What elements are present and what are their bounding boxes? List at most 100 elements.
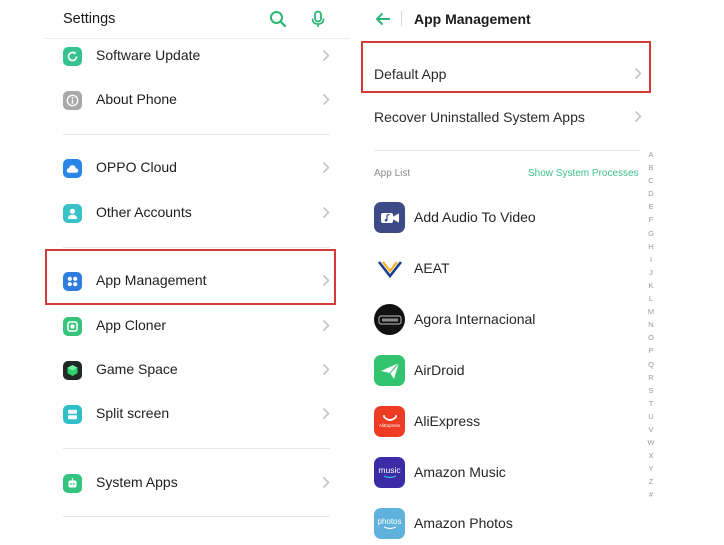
app-list-item[interactable]: photos Amazon Photos xyxy=(374,503,644,543)
info-icon xyxy=(63,91,82,110)
chevron-right-icon xyxy=(634,110,642,123)
chevron-right-icon xyxy=(322,49,330,62)
alphabet-index-letter[interactable]: N xyxy=(644,318,658,331)
chevron-right-icon xyxy=(322,206,330,219)
settings-item-app-cloner[interactable]: App Cloner xyxy=(44,304,336,348)
alphabet-index-letter[interactable]: Y xyxy=(644,462,658,475)
app-name: Agora Internacional xyxy=(414,311,536,327)
header-separator xyxy=(401,11,402,26)
agora-logo-icon xyxy=(374,304,405,335)
settings-item-app-management[interactable]: App Management xyxy=(44,259,336,303)
settings-item-other-accounts[interactable]: Other Accounts xyxy=(44,191,336,235)
alphabet-index-letter[interactable]: H xyxy=(644,240,658,253)
apps-grid-icon xyxy=(63,272,82,291)
app-name: Amazon Music xyxy=(414,464,506,480)
alphabet-index-letter[interactable]: W xyxy=(644,436,658,449)
alphabet-index-letter[interactable]: I xyxy=(644,253,658,266)
alphabet-index-letter[interactable]: Z xyxy=(644,475,658,488)
alphabet-index-letter[interactable]: F xyxy=(644,213,658,226)
app-list-item[interactable]: Add Audio To Video xyxy=(374,197,644,237)
settings-item-label: App Cloner xyxy=(96,317,167,333)
aliexpress-icon-text: AliExpress xyxy=(378,423,401,428)
app-list-item[interactable]: AEAT xyxy=(374,248,644,288)
app-list-item[interactable]: AirDroid xyxy=(374,350,644,390)
section-divider xyxy=(63,516,330,517)
alphabet-index-letter[interactable]: L xyxy=(644,292,658,305)
app-name: AEAT xyxy=(414,260,450,276)
amazon-music-icon-text: music xyxy=(378,465,401,475)
alphabet-index-letter[interactable]: B xyxy=(644,161,658,174)
aeat-logo-icon xyxy=(374,253,405,284)
settings-item-label: Other Accounts xyxy=(96,204,192,220)
settings-item-label: Split screen xyxy=(96,405,170,421)
settings-header: Settings xyxy=(0,0,350,38)
settings-item-label: About Phone xyxy=(96,91,177,107)
alphabet-index-letter[interactable]: # xyxy=(644,488,658,501)
alphabet-index-letter[interactable]: K xyxy=(644,279,658,292)
alphabet-index-letter[interactable]: T xyxy=(644,397,658,410)
search-icon[interactable] xyxy=(269,10,287,28)
app-name: AirDroid xyxy=(414,362,465,378)
settings-panel: Settings Software Update About Phone OPP… xyxy=(0,0,350,545)
alphabet-index-letter[interactable]: J xyxy=(644,266,658,279)
amazon-music-icon: music xyxy=(374,457,405,488)
chevron-right-icon xyxy=(322,476,330,489)
back-arrow-icon[interactable] xyxy=(375,11,391,27)
chevron-right-icon xyxy=(322,319,330,332)
video-audio-icon xyxy=(374,202,405,233)
settings-item-label: OPPO Cloud xyxy=(96,159,177,175)
amazon-photos-icon: photos xyxy=(374,508,405,539)
alphabet-index-letter[interactable]: M xyxy=(644,305,658,318)
settings-item-label: App Management xyxy=(96,272,207,288)
chevron-right-icon xyxy=(322,363,330,376)
cloud-icon xyxy=(63,159,82,178)
chevron-right-icon xyxy=(322,93,330,106)
settings-item-oppo-cloud[interactable]: OPPO Cloud xyxy=(44,146,336,190)
alphabet-index[interactable]: A B C D E F G H I J K L M N O P Q R S T U V W X Y Z # xyxy=(644,148,658,502)
show-system-processes-link[interactable]: Show System Processes xyxy=(528,168,639,179)
alphabet-index-letter[interactable]: G xyxy=(644,227,658,240)
alphabet-index-letter[interactable]: O xyxy=(644,331,658,344)
alphabet-index-letter[interactable]: V xyxy=(644,423,658,436)
settings-item-system-apps[interactable]: System Apps xyxy=(44,461,336,505)
alphabet-index-letter[interactable]: S xyxy=(644,384,658,397)
app-list-item[interactable]: music Amazon Music xyxy=(374,452,644,492)
recover-uninstalled-system-apps-item[interactable]: Recover Uninstalled System Apps xyxy=(360,93,652,143)
app-name: AliExpress xyxy=(414,413,481,429)
person-icon xyxy=(63,204,82,223)
cloner-icon xyxy=(63,317,82,336)
settings-item-label: Software Update xyxy=(96,47,201,63)
app-list-item[interactable]: Agora Internacional xyxy=(374,299,644,339)
section-divider xyxy=(374,150,640,151)
alphabet-index-letter[interactable]: R xyxy=(644,371,658,384)
app-list-item[interactable]: AliExpress AliExpress xyxy=(374,401,644,441)
section-divider xyxy=(63,247,330,248)
alphabet-index-letter[interactable]: D xyxy=(644,187,658,200)
settings-item-software-update[interactable]: Software Update xyxy=(44,34,336,78)
settings-item-game-space[interactable]: Game Space xyxy=(44,348,336,392)
alphabet-index-letter[interactable]: U xyxy=(644,410,658,423)
microphone-icon[interactable] xyxy=(309,10,327,28)
section-divider xyxy=(63,448,330,449)
alphabet-index-letter[interactable]: Q xyxy=(644,358,658,371)
default-app-item[interactable]: Default App xyxy=(360,48,652,98)
chevron-right-icon xyxy=(634,67,642,80)
app-list-heading: App List xyxy=(374,168,411,179)
alphabet-index-letter[interactable]: C xyxy=(644,174,658,187)
settings-item-split-screen[interactable]: Split screen xyxy=(44,392,336,436)
alphabet-index-letter[interactable]: P xyxy=(644,344,658,357)
settings-item-label: System Apps xyxy=(96,474,178,490)
alphabet-index-letter[interactable]: A xyxy=(644,148,658,161)
recover-label: Recover Uninstalled System Apps xyxy=(374,109,585,125)
page-title: Settings xyxy=(63,11,116,27)
alphabet-index-letter[interactable]: X xyxy=(644,449,658,462)
settings-item-label: Game Space xyxy=(96,361,178,377)
settings-item-about-phone[interactable]: About Phone xyxy=(44,78,336,122)
app-name: Amazon Photos xyxy=(414,515,513,531)
cube-icon xyxy=(63,361,82,380)
app-management-header: App Management xyxy=(360,0,724,38)
chevron-right-icon xyxy=(322,161,330,174)
alphabet-index-letter[interactable]: E xyxy=(644,200,658,213)
aliexpress-icon: AliExpress xyxy=(374,406,405,437)
airdroid-icon xyxy=(374,355,405,386)
